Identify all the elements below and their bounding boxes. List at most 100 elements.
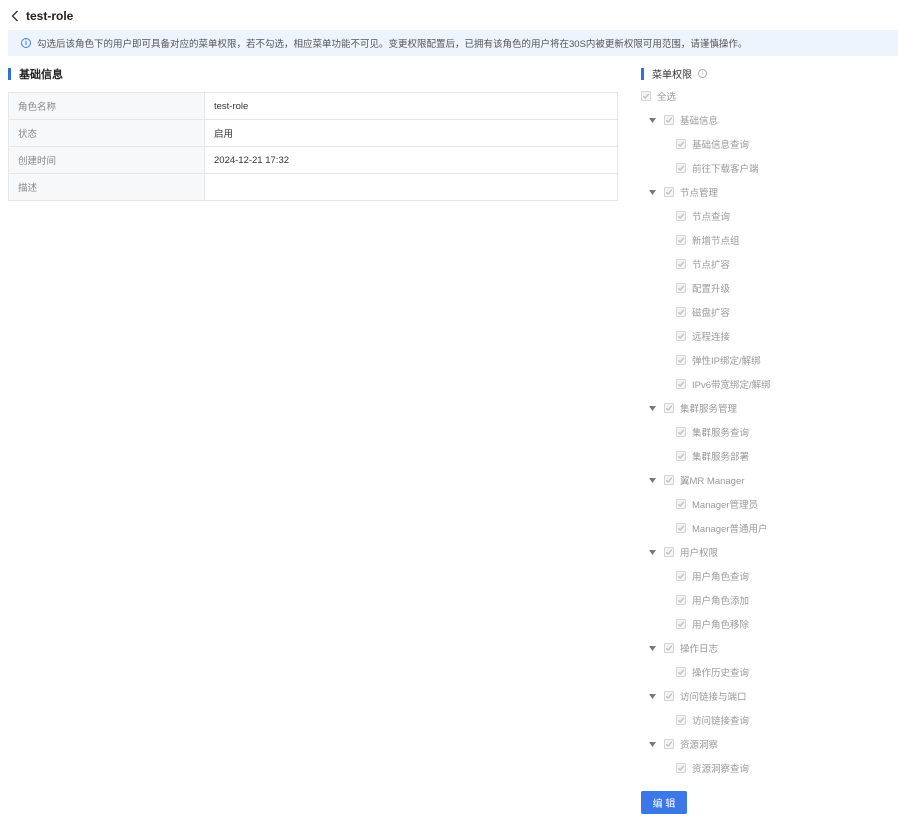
permission-group: 用户权限 (648, 544, 718, 560)
section-marker (641, 67, 644, 80)
caret-down-icon[interactable] (648, 404, 656, 412)
checkbox-checked-disabled[interactable] (664, 739, 674, 749)
permission-label: 用户角色查询 (692, 572, 750, 583)
permission-label: 远程连接 (692, 332, 731, 343)
chevron-left-icon[interactable] (8, 8, 22, 24)
checkbox-checked-disabled[interactable] (676, 499, 686, 509)
page-title: test-role (26, 9, 74, 23)
checkbox-checked-disabled[interactable] (664, 187, 674, 197)
checkbox-checked-disabled[interactable] (676, 259, 686, 269)
permission-label: 用户角色添加 (692, 596, 750, 607)
permission-label: Manager普通用户 (692, 524, 768, 535)
checkbox-checked-disabled[interactable] (664, 691, 674, 701)
description-value (204, 173, 618, 201)
checkbox-checked-disabled[interactable] (676, 715, 686, 725)
permission-label: 操作日志 (680, 644, 719, 655)
basic-info-title: 基础信息 (19, 69, 63, 81)
permission-group: 基础信息 (648, 112, 718, 128)
caret-down-icon[interactable] (648, 692, 656, 700)
permission-label: 弹性IP绑定/解绑 (692, 356, 761, 367)
checkbox-checked-disabled[interactable] (641, 91, 651, 101)
description-label: 描述 (8, 173, 205, 201)
caret-down-icon[interactable] (648, 644, 656, 652)
checkbox-checked-disabled[interactable] (664, 547, 674, 557)
checkbox-checked-disabled[interactable] (676, 523, 686, 533)
role-name-label: 角色名称 (8, 92, 205, 120)
checkbox-checked-disabled[interactable] (676, 235, 686, 245)
table-row: 描述 (8, 173, 618, 201)
permission-label: 集群服务查询 (692, 428, 750, 439)
checkbox-checked-disabled[interactable] (664, 115, 674, 125)
permission-group: 资源洞察 (648, 736, 718, 752)
permission-item: 用户角色移除 (676, 616, 749, 632)
permission-group: 节点管理 (648, 184, 718, 200)
help-icon[interactable]: i (698, 69, 707, 78)
select-all-row: 全选 (641, 88, 676, 104)
permission-label: 访问链接查询 (692, 716, 750, 727)
permission-label: 集群服务管理 (680, 404, 738, 415)
checkbox-checked-disabled[interactable] (676, 595, 686, 605)
checkbox-checked-disabled[interactable] (664, 475, 674, 485)
info-icon: i (21, 38, 31, 48)
caret-down-icon[interactable] (648, 116, 656, 124)
created-time-value: 2024-12-21 17:32 (204, 146, 618, 174)
permission-item: 前往下载客户端 (676, 160, 759, 176)
permission-label: 全选 (657, 92, 677, 103)
caret-down-icon[interactable] (648, 188, 656, 196)
checkbox-checked-disabled[interactable] (676, 211, 686, 221)
permission-item: 磁盘扩容 (676, 304, 730, 320)
permission-label: 前往下载客户端 (692, 164, 759, 175)
checkbox-checked-disabled[interactable] (676, 163, 686, 173)
permission-item: 新增节点组 (676, 232, 740, 248)
permission-item: IPv6带宽绑定/解绑 (676, 376, 771, 392)
permission-group: 翼MR Manager (648, 472, 744, 488)
checkbox-checked-disabled[interactable] (676, 331, 686, 341)
menu-permissions-title: 菜单权限 (652, 70, 692, 81)
permission-label: 用户权限 (680, 548, 719, 559)
checkbox-checked-disabled[interactable] (676, 451, 686, 461)
permission-group: 操作日志 (648, 640, 718, 656)
checkbox-checked-disabled[interactable] (664, 403, 674, 413)
table-row: 创建时间 2024-12-21 17:32 (8, 146, 618, 174)
caret-down-icon[interactable] (648, 740, 656, 748)
role-name-value: test-role (204, 92, 618, 120)
permission-item: 配置升级 (676, 280, 730, 296)
permission-item: 节点查询 (676, 208, 730, 224)
permission-item: 操作历史查询 (676, 664, 749, 680)
checkbox-checked-disabled[interactable] (676, 427, 686, 437)
permission-group: 集群服务管理 (648, 400, 737, 416)
permission-label: 节点扩容 (692, 260, 731, 271)
permission-label: Manager管理员 (692, 500, 758, 511)
permission-item: 基础信息查询 (676, 136, 749, 152)
permission-label: 节点管理 (680, 188, 719, 199)
checkbox-checked-disabled[interactable] (676, 571, 686, 581)
created-time-label: 创建时间 (8, 146, 205, 174)
edit-button[interactable]: 编 辑 (641, 791, 687, 814)
permission-label: 集群服务部署 (692, 452, 750, 463)
status-label: 状态 (8, 119, 205, 147)
info-notice: i 勾选后该角色下的用户即可具备对应的菜单权限，若不勾选，相应菜单功能不可见。变… (8, 30, 898, 56)
permission-group: 访问链接与端口 (648, 688, 747, 704)
permission-label: IPv6带宽绑定/解绑 (692, 380, 771, 391)
permission-label: 磁盘扩容 (692, 308, 731, 319)
checkbox-checked-disabled[interactable] (676, 307, 686, 317)
caret-down-icon[interactable] (648, 548, 656, 556)
checkbox-checked-disabled[interactable] (676, 379, 686, 389)
checkbox-checked-disabled[interactable] (664, 643, 674, 653)
caret-down-icon[interactable] (648, 476, 656, 484)
permission-item: 访问链接查询 (676, 712, 749, 728)
permission-label: 资源洞察 (680, 740, 719, 751)
permission-item: Manager普通用户 (676, 520, 768, 536)
permission-item: 资源洞察查询 (676, 760, 749, 776)
checkbox-checked-disabled[interactable] (676, 667, 686, 677)
checkbox-checked-disabled[interactable] (676, 283, 686, 293)
permission-item: 节点扩容 (676, 256, 730, 272)
notice-text: 勾选后该角色下的用户即可具备对应的菜单权限，若不勾选，相应菜单功能不可见。变更权… (37, 39, 748, 50)
permission-label: 访问链接与端口 (680, 692, 747, 703)
checkbox-checked-disabled[interactable] (676, 763, 686, 773)
checkbox-checked-disabled[interactable] (676, 355, 686, 365)
checkbox-checked-disabled[interactable] (676, 139, 686, 149)
table-row: 状态 启用 (8, 119, 618, 147)
checkbox-checked-disabled[interactable] (676, 619, 686, 629)
basic-info-table: 角色名称 test-role 状态 启用 创建时间 2024-12-21 17:… (8, 92, 618, 201)
